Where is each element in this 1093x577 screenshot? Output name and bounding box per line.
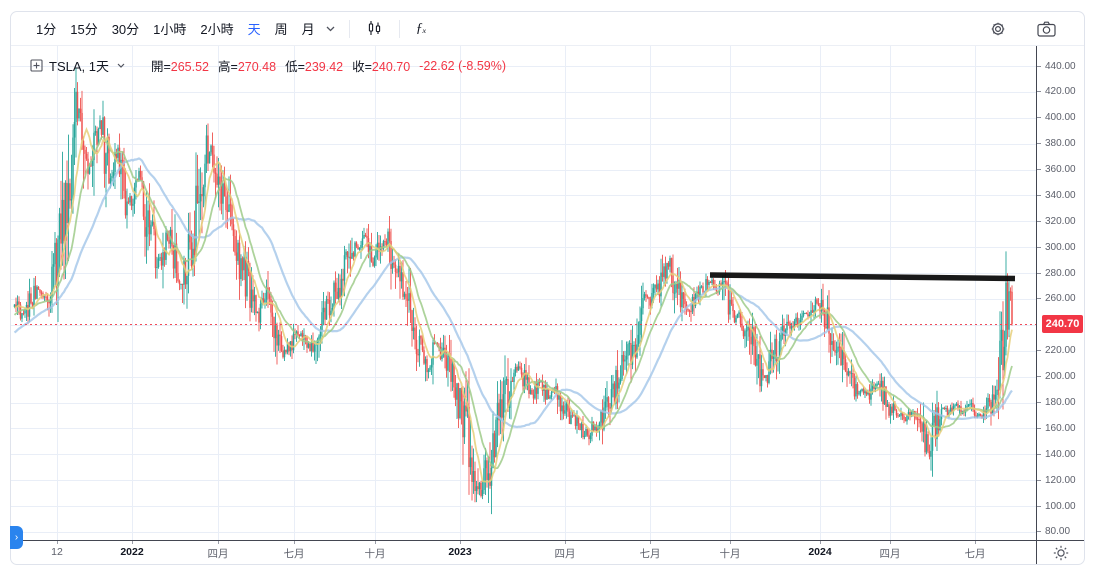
- y-axis-label: 160.00: [1037, 422, 1076, 434]
- chart-style-candles-icon[interactable]: [360, 18, 389, 39]
- y-axis-label: 200.00: [1037, 371, 1076, 383]
- y-axis-label: 220.00: [1037, 345, 1076, 357]
- interval-15m[interactable]: 15分: [63, 16, 104, 41]
- symbol-title: TSLA, 1天: [49, 56, 109, 75]
- y-axis-label: 120.00: [1037, 474, 1076, 486]
- y-axis-label: 420.00: [1037, 86, 1076, 98]
- plus-box-icon: [30, 59, 43, 72]
- close-value: 收=240.70: [352, 56, 410, 75]
- interval-1m[interactable]: 1分: [29, 16, 63, 41]
- interval-2h[interactable]: 2小時: [193, 16, 240, 41]
- x-axis-label: 四月: [862, 546, 918, 561]
- interval-1h[interactable]: 1小時: [146, 16, 193, 41]
- interval-week[interactable]: 周: [268, 16, 295, 41]
- x-axis-label: 七月: [622, 546, 678, 561]
- x-axis-label: 四月: [190, 546, 246, 561]
- y-axis-label: 320.00: [1037, 215, 1076, 227]
- x-axis-tick: [890, 541, 891, 544]
- x-axis-tick: [650, 541, 651, 544]
- toolbar-separator: [349, 20, 350, 38]
- x-axis-tick: [565, 541, 566, 544]
- chevron-down-icon: [117, 63, 125, 68]
- chart-area[interactable]: TSLA, 1天 開=265.52 高=270.48 低=239.42 收=24…: [11, 46, 1036, 540]
- toolbar: 1分 15分 30分 1小時 2小時 天 周 月 ƒₓ: [11, 12, 1084, 46]
- y-axis-label: 140.00: [1037, 448, 1076, 460]
- x-axis-tick: [820, 541, 821, 544]
- open-value: 開=265.52: [151, 56, 209, 75]
- x-axis-label: 2023: [432, 546, 488, 558]
- interval-menu-chevron-icon[interactable]: [326, 26, 335, 32]
- x-axis-label: 12: [29, 546, 85, 558]
- toolbar-separator: [399, 20, 400, 38]
- indicators-fx-button[interactable]: ƒₓ: [410, 19, 433, 39]
- x-axis-label: 四月: [537, 546, 593, 561]
- y-axis-label: 340.00: [1037, 189, 1076, 201]
- snapshot-camera-icon[interactable]: [1031, 19, 1062, 39]
- y-axis-label: 260.00: [1037, 293, 1076, 305]
- x-axis-label: 十月: [702, 546, 758, 561]
- y-axis-label: 180.00: [1037, 397, 1076, 409]
- y-axis-label: 380.00: [1037, 138, 1076, 150]
- x-axis-label: 七月: [266, 546, 322, 561]
- sun-icon[interactable]: [1036, 541, 1084, 564]
- price-chart-canvas[interactable]: [11, 46, 1036, 540]
- symbol-selector[interactable]: TSLA, 1天: [30, 56, 125, 75]
- high-value: 高=270.48: [218, 56, 276, 75]
- x-axis-label: 七月: [947, 546, 1003, 561]
- ohlc-values: 開=265.52 高=270.48 低=239.42 收=240.70 -22.…: [151, 56, 506, 75]
- time-axis-labels[interactable]: 12 2022 四月 七月 十月 2023 四月 七月 十月 2024 四月 七月: [11, 541, 1036, 564]
- price-scale[interactable]: 240.70 440.00 420.00 400.00 380.00 360.00 340…: [1036, 46, 1084, 540]
- current-price-badge: 240.70: [1042, 315, 1083, 333]
- panel-expand-tab[interactable]: ›: [10, 526, 23, 549]
- x-axis-tick: [132, 541, 133, 544]
- settings-gear-icon[interactable]: [983, 18, 1013, 40]
- y-axis-label: 440.00: [1037, 60, 1076, 72]
- interval-30m[interactable]: 30分: [105, 16, 146, 41]
- change-value: -22.62 (-8.59%): [419, 59, 506, 73]
- interval-month[interactable]: 月: [295, 16, 322, 41]
- low-value: 低=239.42: [285, 56, 343, 75]
- y-axis-label: 300.00: [1037, 241, 1076, 253]
- y-axis-label: 360.00: [1037, 164, 1076, 176]
- x-axis-tick: [375, 541, 376, 544]
- symbol-legend: TSLA, 1天 開=265.52 高=270.48 低=239.42 收=24…: [30, 56, 506, 75]
- x-axis-label: 2022: [104, 546, 160, 558]
- x-axis-tick: [975, 541, 976, 544]
- x-axis-tick: [218, 541, 219, 544]
- y-axis-label: 400.00: [1037, 112, 1076, 124]
- x-axis-label: 2024: [792, 546, 848, 558]
- time-axis: 12 2022 四月 七月 十月 2023 四月 七月 十月 2024 四月 七月: [11, 540, 1084, 564]
- interval-day[interactable]: 天: [241, 16, 268, 41]
- x-axis-tick: [294, 541, 295, 544]
- chart-main: TSLA, 1天 開=265.52 高=270.48 低=239.42 收=24…: [11, 46, 1084, 540]
- x-axis-tick: [57, 541, 58, 544]
- y-axis-label: 280.00: [1037, 267, 1076, 279]
- y-axis-label: 80.00: [1037, 526, 1070, 538]
- x-axis-tick: [460, 541, 461, 544]
- x-axis-tick: [730, 541, 731, 544]
- y-axis-label: 100.00: [1037, 500, 1076, 512]
- chart-panel: 1分 15分 30分 1小時 2小時 天 周 月 ƒₓ: [10, 11, 1085, 565]
- x-axis-label: 十月: [347, 546, 403, 561]
